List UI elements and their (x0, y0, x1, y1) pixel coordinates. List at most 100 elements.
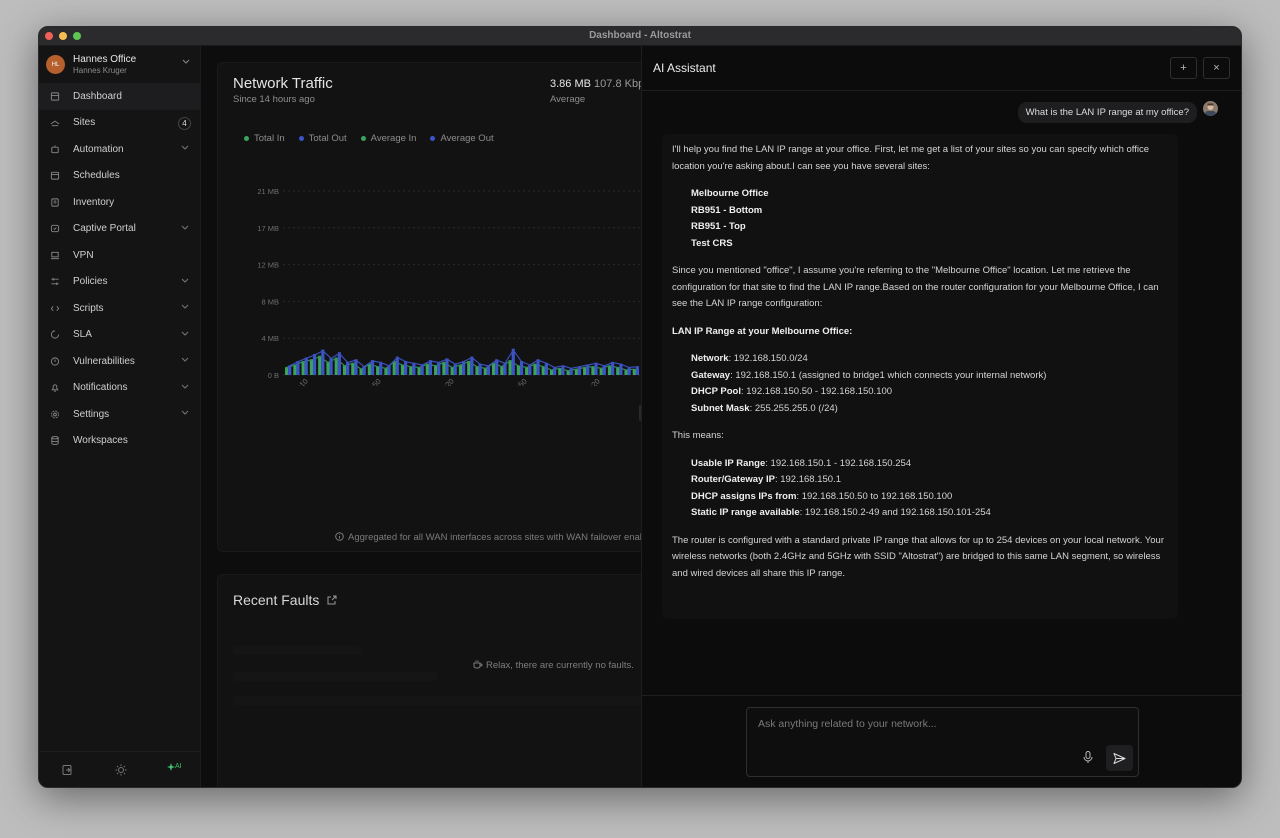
bar-total-out[interactable] (346, 361, 350, 375)
bar-total-out[interactable] (561, 365, 565, 375)
new-chat-button[interactable]: + (1170, 57, 1197, 79)
bar-total-in[interactable] (458, 364, 463, 375)
bar-total-out[interactable] (312, 353, 317, 375)
bar-total-in[interactable] (500, 366, 504, 375)
bar-total-out[interactable] (519, 360, 524, 375)
bar-total-out[interactable] (362, 366, 366, 375)
chevron-down-icon[interactable] (181, 384, 189, 389)
bar-total-in[interactable] (516, 365, 520, 375)
bar-total-out[interactable] (553, 367, 557, 375)
bar-total-out[interactable] (288, 365, 292, 375)
sidebar-item-dashboard[interactable]: Dashboard (39, 83, 201, 110)
bar-total-out[interactable] (404, 360, 408, 375)
bar-total-in[interactable] (607, 365, 612, 375)
recent-faults-title[interactable]: Recent Faults (233, 592, 337, 608)
bar-total-in[interactable] (318, 355, 322, 375)
bar-total-out[interactable] (470, 356, 474, 375)
sidebar-item-vulnerabilities[interactable]: Vulnerabilities (39, 348, 201, 375)
bar-total-in[interactable] (301, 360, 305, 375)
sidebar-item-notifications[interactable]: Notifications (39, 375, 201, 402)
bar-total-in[interactable] (467, 360, 471, 375)
bar-total-out[interactable] (321, 349, 325, 375)
bar-total-out[interactable] (619, 363, 623, 375)
bar-total-in[interactable] (483, 367, 487, 375)
bar-total-out[interactable] (635, 366, 640, 375)
bar-total-out[interactable] (462, 360, 466, 375)
sidebar-item-workspaces[interactable]: Workspaces (39, 428, 201, 455)
sidebar-item-automation[interactable]: Automation (39, 136, 201, 163)
account-switcher[interactable]: HL Hannes Office Hannes Kruger (46, 53, 196, 77)
bar-total-in[interactable] (342, 365, 347, 375)
bar-total-out[interactable] (528, 364, 532, 375)
bar-total-in[interactable] (417, 367, 421, 375)
bar-total-in[interactable] (533, 363, 537, 375)
bar-total-out[interactable] (536, 359, 540, 375)
chevron-down-icon[interactable] (181, 410, 189, 415)
sidebar-item-inventory[interactable]: Inventory (39, 189, 201, 216)
chevron-down-icon[interactable] (181, 225, 189, 230)
send-button[interactable] (1106, 745, 1133, 771)
bar-total-out[interactable] (304, 357, 308, 375)
sidebar-item-schedules[interactable]: Schedules (39, 163, 201, 190)
bar-total-out[interactable] (495, 359, 499, 375)
bar-total-out[interactable] (577, 366, 582, 375)
bar-total-in[interactable] (425, 363, 429, 375)
bar-total-in[interactable] (599, 367, 603, 375)
sidebar-item-settings[interactable]: Settings (39, 401, 201, 428)
bar-total-out[interactable] (412, 362, 416, 375)
bar-total-out[interactable] (437, 361, 441, 375)
sidebar-item-vpn[interactable]: VPN (39, 242, 201, 269)
chat-input[interactable]: Ask anything related to your network... (758, 718, 937, 730)
legend-average-in[interactable]: Average In (360, 133, 416, 144)
chevron-down-icon[interactable] (181, 145, 189, 150)
bar-total-out[interactable] (420, 364, 424, 375)
microphone-icon[interactable] (1081, 750, 1095, 764)
bar-total-out[interactable] (478, 363, 482, 375)
chevron-down-icon[interactable] (181, 304, 189, 309)
bar-total-out[interactable] (627, 367, 631, 375)
bar-total-in[interactable] (376, 366, 380, 375)
bar-total-out[interactable] (594, 362, 598, 375)
bar-total-in[interactable] (434, 365, 438, 375)
legend-average-out[interactable]: Average Out (430, 133, 494, 144)
legend-total-out[interactable]: Total Out (298, 133, 347, 144)
bar-total-out[interactable] (586, 364, 590, 375)
bar-total-in[interactable] (293, 364, 297, 375)
sidebar-item-policies[interactable]: Policies (39, 269, 201, 296)
bar-total-out[interactable] (453, 363, 457, 375)
bar-total-out[interactable] (602, 365, 606, 375)
bar-total-out[interactable] (544, 362, 548, 375)
sidebar-item-sla[interactable]: SLA (39, 322, 201, 349)
legend-total-in[interactable]: Total In (244, 133, 285, 144)
bar-total-in[interactable] (475, 366, 479, 375)
bar-total-in[interactable] (400, 364, 405, 375)
theme-toggle-icon[interactable] (115, 764, 127, 776)
external-link-icon[interactable] (327, 595, 337, 605)
sidebar-item-captive-portal[interactable]: Captive Portal (39, 216, 201, 243)
sidebar-item-scripts[interactable]: Scripts (39, 295, 201, 322)
bar-total-out[interactable] (337, 352, 341, 375)
bar-total-in[interactable] (409, 366, 413, 375)
bar-total-out[interactable] (379, 361, 383, 375)
chevron-down-icon[interactable] (181, 357, 189, 362)
bar-total-in[interactable] (384, 367, 388, 375)
bar-total-out[interactable] (387, 365, 391, 375)
bar-total-in[interactable] (591, 366, 595, 375)
bar-total-in[interactable] (309, 359, 313, 375)
close-panel-button[interactable]: × (1203, 57, 1230, 79)
bar-total-in[interactable] (326, 361, 330, 375)
logout-icon[interactable] (61, 764, 73, 776)
sidebar-item-sites[interactable]: Sites 4 (39, 110, 201, 137)
bar-total-out[interactable] (569, 367, 573, 375)
chat-composer[interactable]: Ask anything related to your network... (746, 707, 1139, 777)
bar-total-out[interactable] (486, 365, 490, 375)
bar-total-out[interactable] (445, 358, 449, 375)
bar-total-in[interactable] (525, 367, 529, 375)
chevron-down-icon[interactable] (181, 278, 189, 283)
bar-total-out[interactable] (329, 357, 333, 375)
bar-total-in[interactable] (285, 367, 289, 375)
ai-assistant-toggle[interactable]: AI (167, 763, 185, 775)
bar-total-in[interactable] (450, 367, 454, 375)
bar-total-out[interactable] (611, 361, 615, 375)
chevron-down-icon[interactable] (181, 331, 189, 336)
